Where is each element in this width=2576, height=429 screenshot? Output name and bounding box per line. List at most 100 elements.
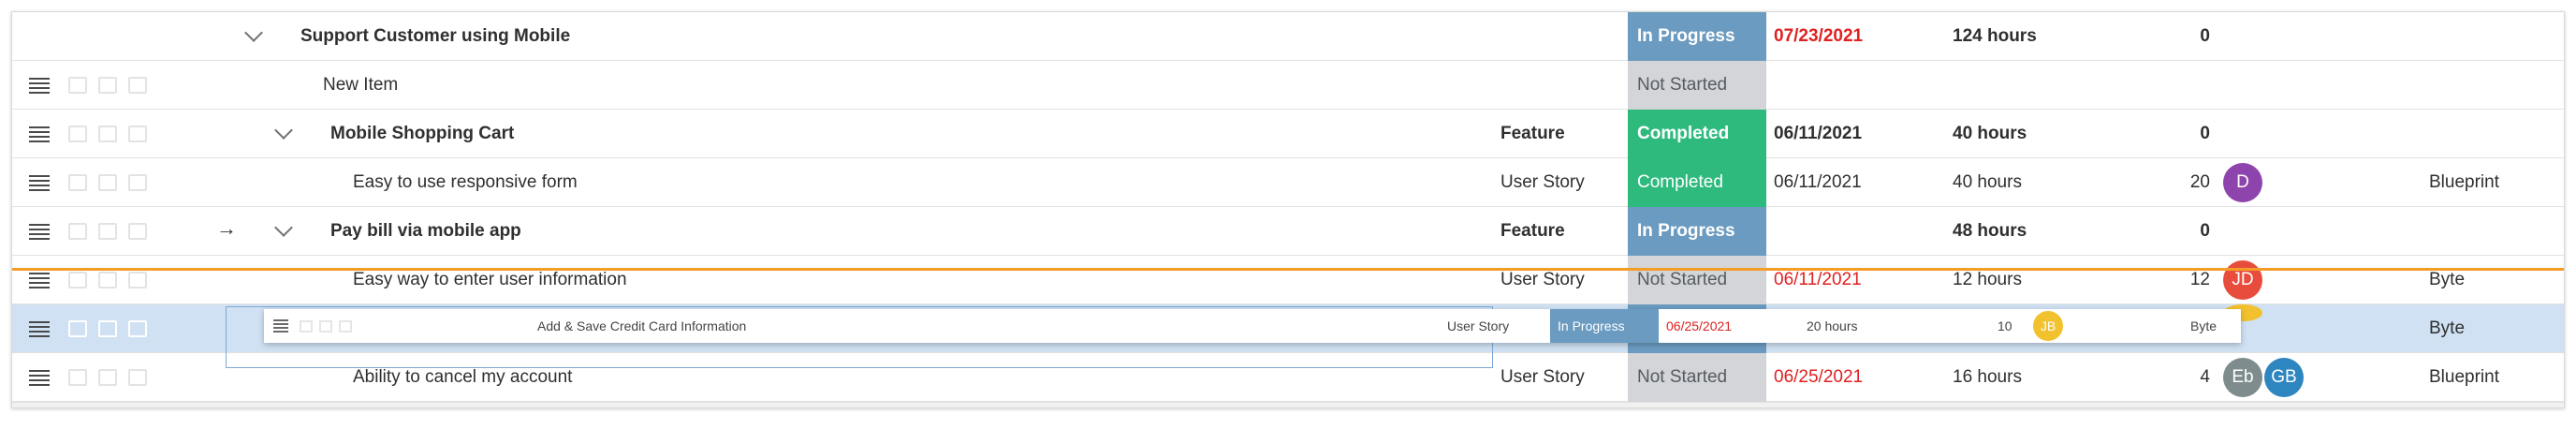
- work-item-type: User Story: [1500, 172, 1585, 192]
- details-icon[interactable]: [128, 369, 147, 386]
- avatar[interactable]: Eb: [2223, 358, 2262, 397]
- row-title[interactable]: Easy to use responsive form: [353, 158, 578, 207]
- drag-handle-icon[interactable]: [29, 304, 51, 353]
- table-row[interactable]: Support Customer using Mobile In Progres…: [12, 12, 2564, 61]
- details-icon[interactable]: [128, 272, 147, 288]
- estimate-hours: 12 hours: [1953, 270, 2022, 289]
- drag-preview-team: Byte: [2190, 318, 2217, 333]
- drag-handle-icon[interactable]: [29, 353, 51, 402]
- details-icon[interactable]: [128, 77, 147, 94]
- drag-preview-assignee: JB: [2033, 309, 2063, 343]
- drag-handle-icon: [273, 309, 288, 343]
- due-date: 07/23/2021: [1774, 26, 1864, 46]
- row-action-icons: [68, 158, 147, 207]
- details-icon[interactable]: [128, 223, 147, 240]
- estimate-hours: 48 hours: [1953, 221, 2027, 241]
- story-points: 0: [2200, 124, 2210, 143]
- row-action-icons: [300, 309, 352, 343]
- avatar[interactable]: GB: [2264, 358, 2304, 397]
- table-row[interactable]: Easy way to enter user information User …: [12, 256, 2564, 304]
- chat-icon[interactable]: [98, 369, 117, 386]
- status-badge[interactable]: Completed: [1628, 110, 1766, 158]
- comment-icon[interactable]: [68, 272, 87, 288]
- table-row[interactable]: New Item Not Started: [12, 61, 2564, 110]
- drag-preview-row[interactable]: Add & Save Credit Card Information User …: [264, 309, 2241, 343]
- status-badge[interactable]: In Progress: [1628, 12, 1766, 61]
- status-badge[interactable]: In Progress: [1628, 207, 1766, 256]
- drag-preview-due: 06/25/2021: [1666, 318, 1733, 333]
- estimate-hours: 16 hours: [1953, 367, 2022, 387]
- row-action-icons: [68, 304, 147, 353]
- details-icon[interactable]: [128, 174, 147, 191]
- chat-icon[interactable]: [98, 272, 117, 288]
- estimate-hours: 124 hours: [1953, 26, 2037, 46]
- story-points: 0: [2200, 221, 2210, 241]
- row-title[interactable]: Mobile Shopping Cart: [330, 110, 514, 158]
- comment-icon[interactable]: [68, 320, 87, 337]
- work-item-grid: Support Customer using Mobile In Progres…: [11, 11, 2565, 408]
- row-title[interactable]: Support Customer using Mobile: [300, 12, 570, 61]
- chevron-down-icon[interactable]: [272, 110, 295, 158]
- estimate-hours: 40 hours: [1953, 124, 2027, 143]
- drag-handle-icon[interactable]: [29, 158, 51, 207]
- row-action-icons: [68, 207, 147, 256]
- due-date: 06/11/2021: [1774, 124, 1863, 143]
- drag-preview-type: User Story: [1447, 318, 1510, 333]
- chat-icon[interactable]: [98, 320, 117, 337]
- drag-preview-hours: 20 hours: [1807, 318, 1858, 333]
- details-icon[interactable]: [128, 126, 147, 142]
- row-action-icons: [68, 110, 147, 158]
- status-badge[interactable]: Not Started: [1628, 256, 1766, 304]
- comment-icon[interactable]: [68, 77, 87, 94]
- status-badge[interactable]: Completed: [1628, 158, 1766, 207]
- avatar[interactable]: JD: [2223, 260, 2262, 300]
- comment-icon[interactable]: [68, 174, 87, 191]
- drag-handle-icon[interactable]: [29, 110, 51, 158]
- comment-icon[interactable]: [68, 223, 87, 240]
- drag-handle-icon[interactable]: [29, 256, 51, 304]
- chat-icon[interactable]: [98, 126, 117, 142]
- team-name: Blueprint: [2429, 172, 2499, 192]
- avatar: JB: [2033, 311, 2063, 341]
- assignees: JD: [2223, 256, 2262, 304]
- row-action-icons: [68, 353, 147, 402]
- status-badge[interactable]: Not Started: [1628, 61, 1766, 110]
- chevron-down-icon[interactable]: [242, 12, 265, 61]
- table-row[interactable]: Mobile Shopping Cart Feature Completed 0…: [12, 110, 2564, 158]
- comment-icon[interactable]: [68, 369, 87, 386]
- team-name: Byte: [2429, 270, 2466, 289]
- table-row[interactable]: Pay bill via mobile app Feature In Progr…: [12, 207, 2564, 256]
- avatar[interactable]: D: [2223, 163, 2262, 202]
- chat-icon[interactable]: [98, 77, 117, 94]
- due-date: 06/25/2021: [1774, 367, 1864, 387]
- row-action-icons: [68, 256, 147, 304]
- comment-icon[interactable]: [68, 126, 87, 142]
- details-icon: [339, 319, 352, 333]
- assignees: Eb GB: [2223, 353, 2304, 402]
- drag-handle-icon[interactable]: [29, 207, 51, 256]
- drag-preview-title: Add & Save Credit Card Information: [537, 318, 747, 333]
- drop-insert-marker: [12, 268, 2564, 271]
- drag-preview-count: 10: [1998, 318, 2012, 333]
- story-points: 12: [2189, 270, 2210, 289]
- row-title[interactable]: Easy way to enter user information: [353, 256, 627, 304]
- work-item-type: Feature: [1500, 124, 1565, 143]
- assignees: D: [2223, 158, 2262, 207]
- details-icon[interactable]: [128, 320, 147, 337]
- arrow-right-icon: →: [216, 216, 237, 240]
- estimate-hours: 40 hours: [1953, 172, 2022, 192]
- work-item-type: User Story: [1500, 270, 1585, 289]
- chat-icon[interactable]: [98, 174, 117, 191]
- status-badge[interactable]: Not Started: [1628, 353, 1766, 402]
- table-row[interactable]: Easy to use responsive form User Story C…: [12, 158, 2564, 207]
- chat-icon[interactable]: [98, 223, 117, 240]
- story-points: 0: [2200, 26, 2210, 46]
- row-title[interactable]: New Item: [323, 61, 398, 110]
- drag-preview-status: In Progress: [1550, 309, 1659, 343]
- story-points: 4: [2200, 367, 2210, 387]
- drag-handle-icon[interactable]: [29, 61, 51, 110]
- team-name: Blueprint: [2429, 367, 2499, 387]
- chevron-down-icon[interactable]: [272, 207, 295, 256]
- due-date: 06/11/2021: [1774, 172, 1862, 192]
- row-title[interactable]: Pay bill via mobile app: [330, 207, 521, 256]
